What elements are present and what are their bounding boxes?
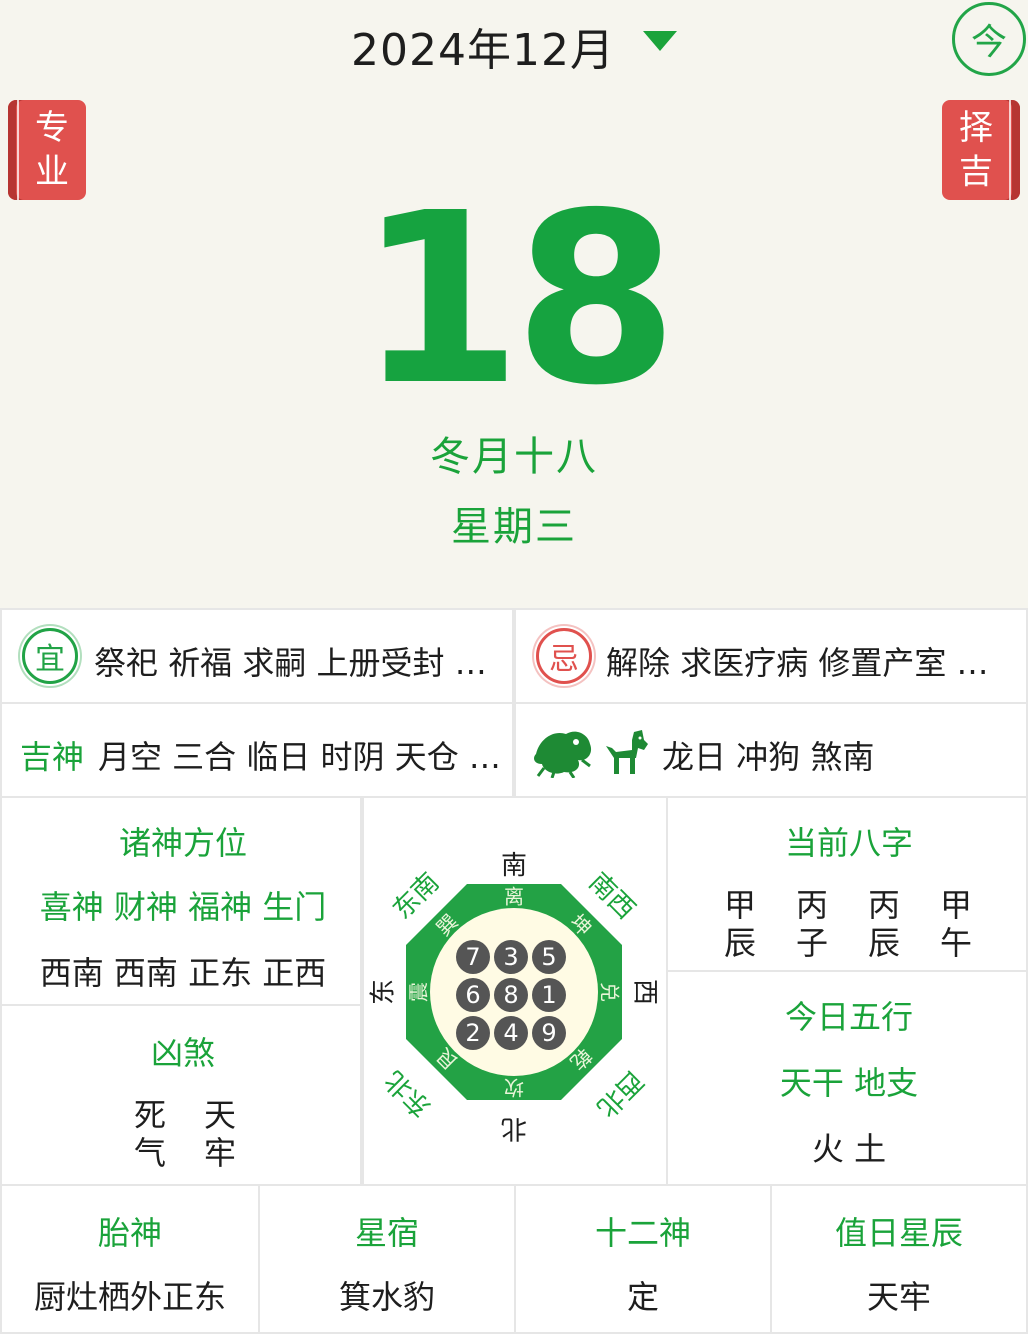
flying-star-number: 8 bbox=[494, 978, 528, 1012]
flying-star-number: 9 bbox=[532, 1016, 566, 1050]
direction-northeast: 东北 bbox=[379, 1065, 437, 1123]
bazi-cell[interactable]: 当前八字 甲 辰 丙 子 丙 辰 甲 午 bbox=[666, 796, 1028, 972]
flying-star-number: 2 bbox=[456, 1016, 490, 1050]
direction-northwest: 西北 bbox=[591, 1065, 649, 1123]
ji-cell[interactable]: 忌 解除 求医疗病 修置产室 … bbox=[514, 608, 1028, 704]
flying-star-number: 3 bbox=[494, 940, 528, 974]
lunar-date: 冬月十八 bbox=[430, 434, 598, 480]
zhiri-cell[interactable]: 值日星辰 天牢 bbox=[770, 1184, 1028, 1334]
bazi-branch: 辰 bbox=[867, 924, 900, 962]
day-number: 18 bbox=[357, 162, 678, 437]
weekday: 星期三 bbox=[451, 504, 577, 550]
trigram-north: 坎 bbox=[504, 1076, 524, 1100]
select-tag-char-1: 择 bbox=[959, 108, 993, 148]
zhushen-title: 诸神方位 bbox=[118, 824, 247, 862]
zhiri-title: 值日星辰 bbox=[834, 1214, 963, 1252]
taishen-value: 厨灶栖外正东 bbox=[33, 1278, 226, 1316]
direction-north: 北 bbox=[501, 1113, 527, 1143]
flying-star-number: 5 bbox=[532, 940, 566, 974]
direction-south: 南 bbox=[501, 851, 527, 881]
dragon-icon bbox=[534, 731, 592, 778]
bazi-branch: 午 bbox=[939, 924, 972, 962]
xingsu-title: 星宿 bbox=[354, 1214, 419, 1252]
ji-text: 解除 求医疗病 修置产室 … bbox=[606, 644, 989, 682]
direction-west: 西 bbox=[630, 979, 660, 1005]
xiongsha-cell[interactable]: 凶煞 死 天 气 牢 bbox=[0, 1004, 362, 1186]
chong-cell[interactable]: 龙日 冲狗 煞南 bbox=[514, 702, 1028, 798]
zhushen-values: 西南 西南 正东 正西 bbox=[39, 954, 327, 992]
xiongsha-char: 牢 bbox=[203, 1134, 236, 1172]
xiongsha-char: 气 bbox=[133, 1134, 166, 1172]
wuxing-values: 火 土 bbox=[811, 1130, 887, 1168]
wuxing-labels: 天干 地支 bbox=[779, 1064, 919, 1102]
direction-east: 东 bbox=[369, 979, 399, 1005]
flying-star-number: 4 bbox=[494, 1016, 528, 1050]
pro-tag-char-1: 专 bbox=[35, 108, 69, 148]
month-label[interactable]: 2024年12月 bbox=[351, 25, 615, 76]
jishen-label: 吉神 bbox=[20, 738, 85, 776]
xingsu-value: 箕水豹 bbox=[338, 1278, 435, 1316]
yi-text: 祭祀 祈福 求嗣 上册受封 … bbox=[94, 644, 487, 682]
xiongsha-title: 凶煞 bbox=[150, 1034, 215, 1072]
chong-text: 龙日 冲狗 煞南 bbox=[662, 738, 875, 776]
zhiri-value: 天牢 bbox=[866, 1278, 931, 1316]
wuxing-title: 今日五行 bbox=[784, 998, 913, 1036]
month-selector[interactable]: 2024年12月 bbox=[0, 14, 1028, 78]
shierShen-cell[interactable]: 十二神 定 bbox=[514, 1184, 772, 1334]
shiershen-value: 定 bbox=[626, 1278, 659, 1316]
flying-star-number: 7 bbox=[456, 940, 490, 974]
yi-cell[interactable]: 宜 祭祀 祈福 求嗣 上册受封 … bbox=[0, 608, 514, 704]
jishen-text: 月空 三合 临日 时阴 天仓 … bbox=[98, 738, 501, 776]
xingsu-cell[interactable]: 星宿 箕水豹 bbox=[258, 1184, 516, 1334]
trigram-west: 兑 bbox=[598, 982, 622, 1002]
shiershen-title: 十二神 bbox=[594, 1214, 691, 1252]
flying-star-number: 1 bbox=[532, 978, 566, 1012]
ji-icon: 忌 bbox=[536, 628, 592, 684]
flying-star-number: 6 bbox=[456, 978, 490, 1012]
jishen-cell[interactable]: 吉神 月空 三合 临日 时阴 天仓 … bbox=[0, 702, 514, 798]
trigram-east: 震 bbox=[407, 982, 431, 1002]
today-button[interactable]: 今 bbox=[952, 2, 1026, 76]
dog-icon bbox=[606, 730, 648, 774]
yi-icon: 宜 bbox=[22, 628, 78, 684]
zhushen-cell[interactable]: 诸神方位 喜神 财神 福神 生门 西南 西南 正东 正西 bbox=[0, 796, 362, 1006]
taishen-cell[interactable]: 胎神 厨灶栖外正东 bbox=[0, 1184, 260, 1334]
trigram-south: 离 bbox=[504, 885, 524, 909]
wuxing-cell[interactable]: 今日五行 天干 地支 火 土 bbox=[666, 970, 1028, 1186]
calendar-header: 2024年12月 今 专 业 择 吉 18 冬月十八 星期三 bbox=[0, 0, 1028, 606]
bazi-branch: 辰 bbox=[723, 924, 756, 962]
caret-down-icon[interactable] bbox=[642, 31, 677, 51]
zhushen-labels: 喜神 财神 福神 生门 bbox=[39, 888, 327, 926]
bazi-branch: 子 bbox=[795, 924, 828, 962]
taishen-title: 胎神 bbox=[97, 1214, 162, 1252]
bazi-title: 当前八字 bbox=[784, 824, 913, 862]
